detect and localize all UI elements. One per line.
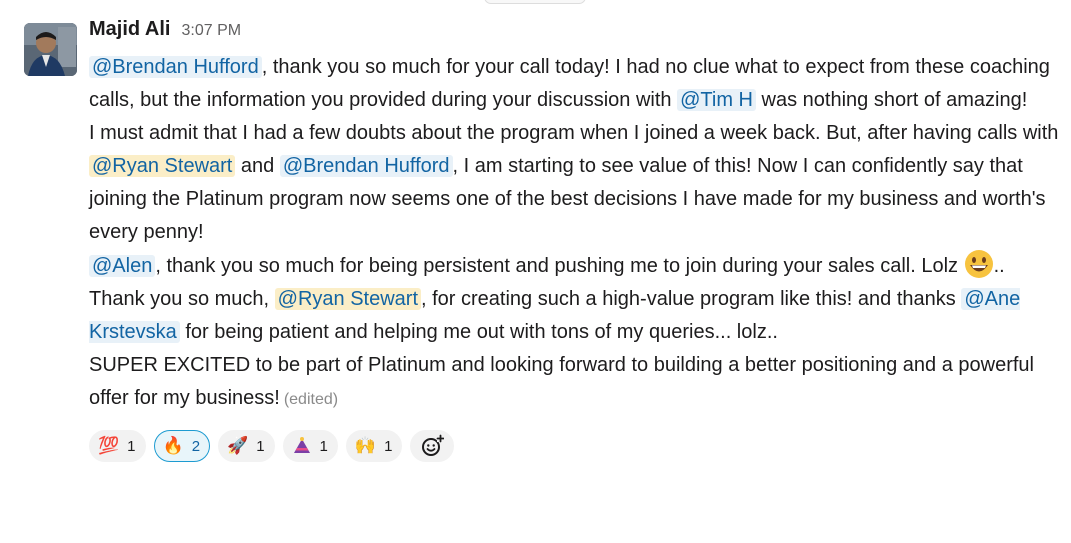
reaction-count: 1 xyxy=(127,437,136,455)
paragraph-5: SUPER EXCITED to be part of Platinum and… xyxy=(89,349,1064,416)
reaction-count: 2 xyxy=(191,437,201,455)
mention-brendan-hufford[interactable]: @Brendan Hufford xyxy=(279,155,453,177)
reaction-count: 1 xyxy=(384,437,393,455)
text-segment: Thank you so much, xyxy=(89,288,275,310)
reaction-raising-hands[interactable]: 🙌 1 xyxy=(345,430,403,462)
party-hat-icon xyxy=(292,437,312,455)
message: Majid Ali 3:07 PM @Brendan Hufford , than… xyxy=(89,18,1064,462)
mention-brendan-hufford[interactable]: @Brendan Hufford xyxy=(89,56,262,78)
text-segment: , thank you so much for being persistent… xyxy=(155,255,964,277)
mention-tim-h[interactable]: @Tim H xyxy=(677,89,756,111)
reaction-rocket[interactable]: 🚀 1 xyxy=(218,430,275,462)
reaction-count: 1 xyxy=(319,437,328,455)
reaction-count: 1 xyxy=(256,437,265,455)
hundred-points-icon: 💯 xyxy=(98,436,120,455)
paragraph-3: @Alen, thank you so much for being persi… xyxy=(89,249,1064,283)
mention-ryan-stewart[interactable]: @Ryan Stewart xyxy=(89,155,236,177)
mention-ryan-stewart[interactable]: @Ryan Stewart xyxy=(274,288,422,310)
paragraph-4: Thank you so much, @Ryan Stewart, for cr… xyxy=(89,283,1064,349)
text-segment: and xyxy=(235,155,280,177)
message-body: @Brendan Hufford , thank you so much for … xyxy=(89,51,1064,416)
sender-name[interactable]: Majid Ali xyxy=(89,18,170,41)
edited-label: (edited) xyxy=(283,391,339,408)
reaction-hundred-points[interactable]: 💯 1 xyxy=(89,430,146,462)
add-emoji-icon xyxy=(422,434,445,456)
text-segment: for being patient and helping me out wit… xyxy=(179,321,778,343)
raising-hands-icon: 🙌 xyxy=(354,436,377,455)
paragraph-2: I must admit that I had a few doubts abo… xyxy=(89,117,1064,249)
text-segment: , for creating such a high-value program… xyxy=(421,288,962,310)
paragraph-1: @Brendan Hufford, thank you so much for … xyxy=(89,51,1064,117)
message-header: Majid Ali 3:07 PM xyxy=(89,18,1064,51)
text-segment: was nothing short of amazing! xyxy=(755,89,1028,111)
fire-icon: 🔥 xyxy=(162,436,184,455)
reactions-bar: 💯 1 🔥 2 🚀 1 1 🙌 1 xyxy=(89,430,1064,462)
reaction-fire[interactable]: 🔥 2 xyxy=(153,430,211,462)
avatar[interactable] xyxy=(24,23,77,76)
text-segment: .. xyxy=(993,255,1005,277)
text-segment: I must admit that I had a few doubts abo… xyxy=(89,122,1059,144)
grinning-face-emoji-icon[interactable] xyxy=(964,249,994,279)
add-reaction-button[interactable] xyxy=(410,430,455,462)
text-segment: SUPER EXCITED to be part of Platinum and… xyxy=(89,354,1034,409)
reaction-party-hat[interactable]: 1 xyxy=(282,430,338,462)
timestamp[interactable]: 3:07 PM xyxy=(181,22,241,40)
mention-alen[interactable]: @Alen xyxy=(89,255,156,277)
rocket-icon: 🚀 xyxy=(227,436,249,455)
top-pill-decoration xyxy=(484,0,586,4)
